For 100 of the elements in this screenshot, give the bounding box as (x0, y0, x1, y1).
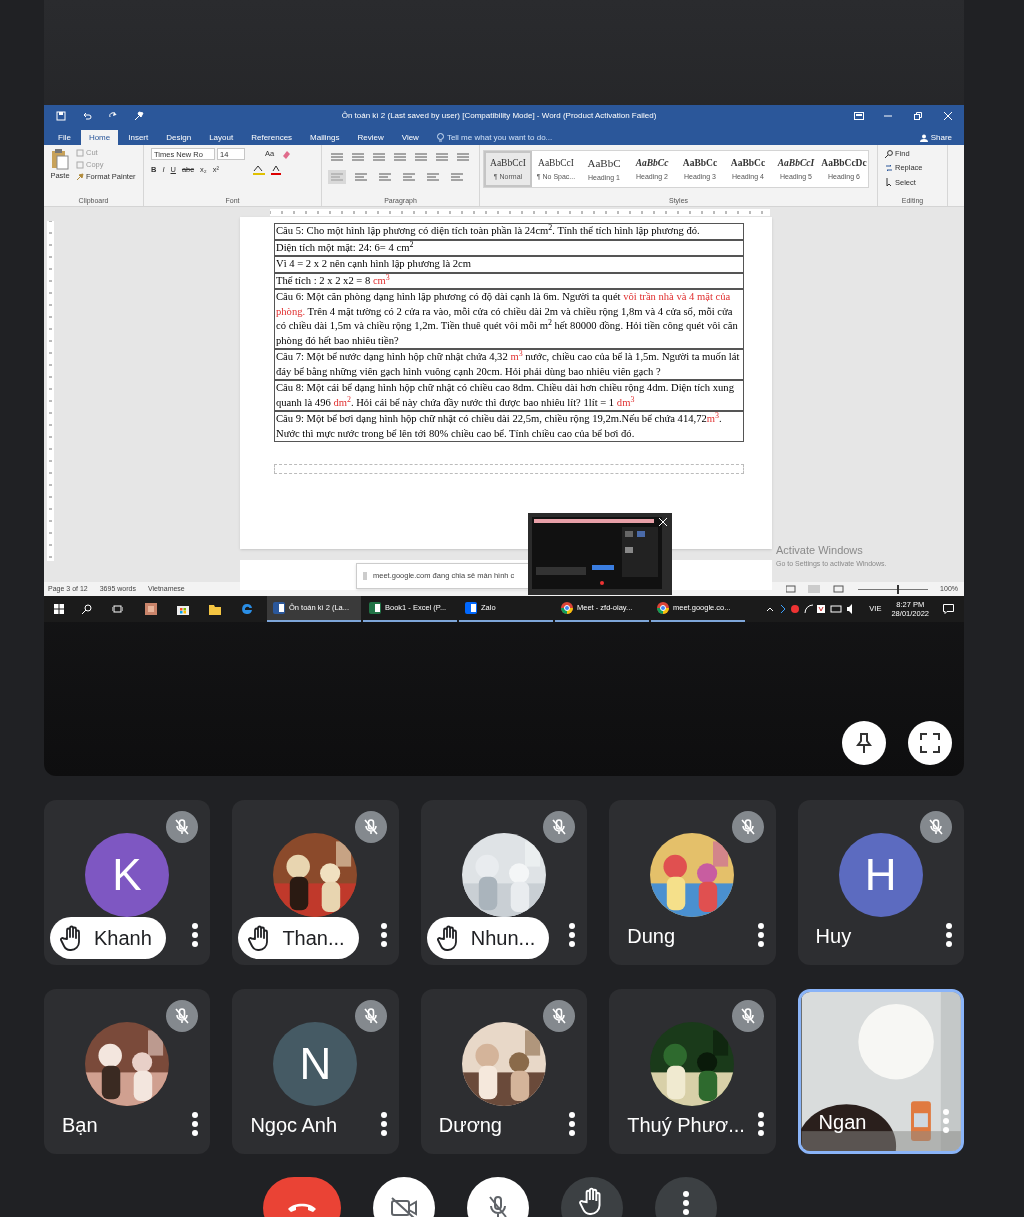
zoom-slider-thumb[interactable] (896, 584, 899, 594)
brush-icon[interactable] (134, 111, 144, 121)
minimize-icon[interactable] (884, 112, 892, 120)
avatar: H (838, 833, 923, 917)
participant-name: Ngan (818, 1110, 867, 1135)
close-icon[interactable] (944, 112, 952, 120)
participant-name: Dương (438, 1113, 502, 1138)
ribbon-tab[interactable]: File (50, 130, 79, 145)
eraser-icon[interactable] (282, 149, 292, 159)
task-view-icon[interactable] (112, 604, 123, 614)
table-cell: Vì 4 = 2 x 2 nên cạnh hình lập phương là 2cm (275, 256, 743, 273)
ribbon-tab[interactable]: Design (158, 130, 200, 145)
more-options-icon[interactable] (569, 1112, 576, 1136)
participant-tile[interactable]: N Ngọc Anh (232, 989, 399, 1154)
notification-icon[interactable] (943, 604, 954, 614)
participant-name: Ngọc Anh (250, 1113, 338, 1138)
participant-tile[interactable]: Dương (420, 989, 588, 1154)
ribbon-tab[interactable]: View (393, 130, 427, 145)
participant-tile[interactable]: K Khanh (44, 800, 211, 965)
search-icon[interactable] (82, 604, 92, 614)
participant-tile[interactable]: Thuý Phươ... (609, 989, 776, 1154)
mic-off-icon (361, 818, 380, 836)
participant-name: Thuý Phươ... (627, 1113, 745, 1138)
mic-off-icon (550, 818, 569, 836)
table-cell: Câu 5: Cho một hình lập phương có diện tích toàn phần là 24cm$^{2}$. Tính thể tích hình lập phương đó. (275, 224, 743, 240)
more-options-icon[interactable] (380, 1112, 387, 1136)
mic-off-icon (361, 1007, 380, 1025)
table-cell: Câu 7: Một bể nước dạng hình hộp chữ nhật chứa 4,32 m$^{3}$ nước, chiều cao của bể là 1,5m. Người ta muốn lát đáy bể bằng những viên gạch hình vuông cạnh 20cm. Hỏi phải dùng bao nhiêu viên gạch ? (275, 349, 743, 380)
participant-tile[interactable]: Dung (609, 800, 776, 965)
avatar: N (273, 1022, 358, 1106)
table-cell: Diện tích một mặt: 24: 6= 4 cm$^{2}$ (275, 239, 743, 256)
close-icon[interactable] (659, 518, 667, 526)
chrome-logo-icon (561, 602, 573, 614)
more-options-icon[interactable] (757, 923, 764, 947)
replace-icon (885, 163, 893, 172)
more-options-icon[interactable] (946, 923, 952, 947)
table-cell: Câu 9: Một bể bơi dạng hình hộp chữ nhật có chiều dài 22,5m, chiều rộng 19,2m.Nếu bể chứa 414,72m$^{3}$. Nước thì mực nước trong bể lên tới 80% chiều cao bể. Tính chiều cao của bể bơi đó. (275, 411, 743, 441)
tell-me-search[interactable]: Tell me what you want to do... (446, 130, 553, 145)
participant-name: Huy (815, 924, 852, 949)
zalo-logo-icon (465, 602, 477, 614)
mic-off-icon (550, 1007, 569, 1025)
restore-icon[interactable] (914, 112, 922, 120)
undo-icon[interactable] (82, 111, 92, 121)
participant-tile[interactable]: Ngan (797, 989, 964, 1154)
participant-name: Dung (627, 924, 675, 949)
search-icon (885, 149, 893, 158)
more-options-icon[interactable] (757, 1112, 764, 1136)
mic-off-icon (173, 1007, 192, 1025)
brush-icon (76, 173, 84, 181)
ribbon-display-icon[interactable] (854, 112, 864, 120)
more-options-icon[interactable] (569, 923, 576, 947)
word-logo-icon (273, 602, 285, 614)
copy-icon (76, 161, 84, 169)
avatar: K (85, 833, 169, 917)
ribbon-tab[interactable]: Review (349, 130, 392, 145)
table-cell: Câu 8: Một cái bể dạng hình hộp chữ nhật có chiều cao 8dm. Chiều dài hơn chiều rộng 4dm. Diện tích xung quanh là 496 dm$^{2}$. Hỏi cái bể này chứa đầy nước thì được bao nhiêu lít? 1lít = 1 dm$^{3}$ (275, 380, 743, 411)
chrome-logo-icon (657, 602, 669, 614)
pin-button[interactable] (842, 721, 886, 765)
participant-tile[interactable]: Than... (232, 800, 399, 965)
edge-logo-icon[interactable] (241, 603, 253, 615)
drag-handle-icon (363, 572, 367, 580)
more-options-icon[interactable] (192, 1112, 199, 1136)
lightbulb-icon (436, 133, 444, 142)
window-title: Ôn toán kì 2 (Last saved by user) [Compatibility Mode] - Word (Product Activation Failed) (340, 110, 658, 122)
participant-tile[interactable]: H Huy (797, 800, 964, 965)
more-options-icon[interactable] (192, 923, 199, 947)
participant-name: Than... (282, 926, 345, 951)
fullscreen-icon (920, 733, 940, 753)
windows-logo-icon[interactable] (54, 604, 64, 614)
font-color-icon[interactable] (270, 164, 281, 175)
mic-off-icon (486, 1195, 510, 1217)
folder-icon[interactable] (209, 603, 221, 615)
participant-name: Nhun... (470, 926, 536, 951)
mic-off-icon (927, 818, 945, 836)
share-button[interactable]: Share (930, 130, 952, 145)
ribbon-tab[interactable]: Insert (120, 130, 157, 145)
ribbon-tab[interactable]: Layout (201, 130, 242, 145)
excel-logo-icon (369, 602, 381, 614)
pin-icon (855, 732, 873, 754)
participant-name: Bạn (62, 1113, 98, 1138)
font-color-icon[interactable] (252, 164, 265, 175)
mic-off-icon (738, 1007, 757, 1025)
participant-name: Khanh (94, 926, 152, 951)
table-cell: Thể tích : 2 x 2 x2 = 8 cm$^{3}$ (275, 272, 743, 289)
ribbon-tab[interactable]: References (243, 130, 301, 145)
mic-off-icon (738, 818, 757, 836)
mic-off-icon (173, 818, 192, 836)
save-icon[interactable] (56, 111, 66, 121)
ribbon-tab[interactable]: Mailings (302, 130, 348, 145)
more-options-icon (683, 1191, 689, 1215)
participant-tile[interactable]: Nhun... (420, 800, 588, 965)
participant-tile[interactable]: Bạn (44, 989, 211, 1154)
activation-notice: Activate Windows (776, 543, 864, 558)
ribbon-tab[interactable]: Home (80, 130, 119, 145)
table-cell: Câu 6: Một căn phòng dạng hình lập phương có độ dài cạnh là 6m. Người ta quét vôi trần nhà và 4 mặt của phòng. Trên 4 mặt tường có 2 cửa ra vào, mỗi cửa có chiều dài 2m và chiều rộng 1,8m và 4 cửa sổ, mỗi cửa có chiều dài 1,5m và chiều rộng 1,2m. Tiền thuê quét vôi mỗi m$^{2}$ hết 80000 đồng. Hỏi tiền công quét vôi căn phòng đó hết bao nhiêu tiền? (275, 289, 743, 349)
store-icon[interactable] (177, 603, 189, 615)
fullscreen-button[interactable] (908, 721, 952, 765)
camera-off-icon (390, 1197, 418, 1217)
more-options-icon[interactable] (380, 923, 387, 947)
paste-icon[interactable] (51, 148, 69, 170)
